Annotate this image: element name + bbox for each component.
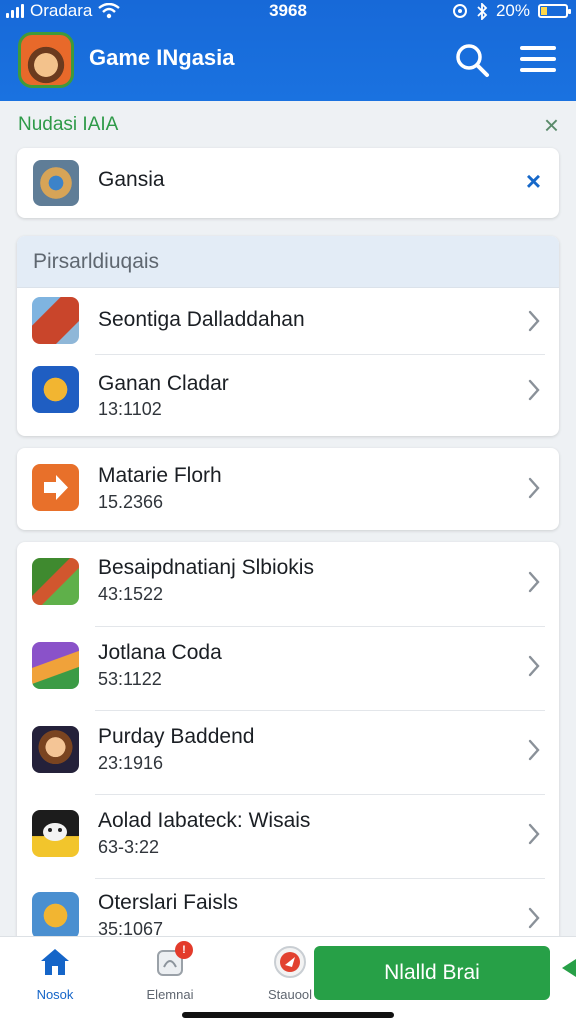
nav-notifications-label: Elemnai — [146, 987, 194, 1002]
chevron-right-icon — [528, 739, 540, 761]
list-item[interactable]: Jotlana Coda 53:1122 — [17, 626, 559, 710]
menu-icon[interactable] — [520, 46, 556, 76]
list-item[interactable]: Aolad Iabateck: Wisais 63-3:22 — [17, 794, 559, 878]
list-item-title: Besaipdnatianj Slbiokis — [98, 556, 314, 579]
game-icon-orange-red — [32, 297, 79, 344]
bottom-navigation: Nosok ! Elemnai Stauool Nlalld Brai — [0, 936, 576, 1024]
list-item[interactable]: Ganan Cladar 13:1102 — [17, 354, 559, 436]
nav-home[interactable]: Nosok — [15, 945, 95, 1002]
notice-text: Nudasi IAIA — [18, 114, 119, 135]
app-title: Game INgasia — [89, 45, 235, 70]
list-item-subtitle: 15.2366 — [98, 492, 164, 512]
list-item-subtitle: 23:1916 — [98, 753, 164, 773]
arrow-right-icon — [32, 464, 79, 511]
notification-icon: ! — [153, 941, 193, 979]
battery-icon — [538, 4, 571, 18]
chevron-right-icon — [528, 379, 540, 401]
list-card-1: Pirsarldiuqais Seontiga Dalladdahan Gana… — [17, 236, 559, 436]
chevron-right-icon — [528, 571, 540, 593]
list-item-subtitle: 53:1122 — [98, 669, 162, 689]
app-header: Oradara 3968 20% Game INgasia — [0, 0, 576, 101]
list-item[interactable]: Purday Baddend 23:1916 — [17, 710, 559, 794]
list-item-title: Matarie Florh — [98, 464, 222, 487]
list-item-subtitle: 43:1522 — [98, 584, 164, 604]
game-icon-gold — [32, 892, 79, 939]
nav-notifications[interactable]: ! Elemnai — [130, 941, 210, 1002]
list-item-title: Aolad Iabateck: Wisais — [98, 809, 311, 832]
chevron-right-icon — [528, 310, 540, 332]
search-card[interactable]: Gansia × — [17, 148, 559, 218]
battery-label: 20% — [495, 1, 530, 20]
home-indicator — [182, 1012, 394, 1018]
chevron-right-icon — [528, 477, 540, 499]
list-item-subtitle: 63-3:22 — [98, 837, 160, 857]
chevron-right-icon — [528, 823, 540, 845]
cta-arrow-icon — [562, 959, 576, 977]
chevron-right-icon — [528, 655, 540, 677]
game-icon-green — [32, 558, 79, 605]
nav-home-label: Nosok — [36, 987, 74, 1002]
list-item-title: Purday Baddend — [98, 725, 255, 748]
list-card-3: Besaipdnatianj Slbiokis 43:1522 Jotlana … — [17, 542, 559, 962]
list-item-title: Jotlana Coda — [98, 641, 222, 664]
home-icon — [41, 949, 69, 975]
status-bar: Oradara 3968 20% — [0, 0, 576, 24]
notification-badge: ! — [175, 941, 193, 959]
list-item-subtitle: 13:1102 — [98, 399, 162, 419]
list-item-title: Oterslari Faisls — [98, 891, 239, 914]
alarm-icon — [452, 4, 467, 18]
chevron-right-icon — [528, 907, 540, 929]
game-icon-blue-gold — [32, 366, 79, 413]
list-card-2: Matarie Florh 15.2366 — [17, 448, 559, 530]
game-icon-cat — [32, 810, 79, 857]
search-card-text: Gansia — [98, 168, 165, 191]
bluetooth-icon — [477, 2, 488, 20]
game-icon-character — [32, 726, 79, 773]
list-item[interactable]: Seontiga Dalladdahan — [17, 288, 559, 354]
section-header: Pirsarldiuqais — [17, 236, 559, 288]
notice-bar: Nudasi IAIA × — [0, 101, 576, 147]
rocket-icon — [274, 946, 306, 978]
app-logo-icon[interactable] — [18, 32, 74, 88]
list-item[interactable]: Besaipdnatianj Slbiokis 43:1522 — [17, 542, 559, 626]
search-icon[interactable] — [454, 42, 490, 78]
nav-rocket-label: Stauool — [267, 987, 313, 1002]
primary-action-button[interactable]: Nlalld Brai — [314, 946, 550, 1000]
status-right: 20% — [452, 1, 571, 21]
list-item[interactable]: Matarie Florh 15.2366 — [17, 448, 559, 530]
notice-close-icon[interactable]: × — [544, 110, 559, 141]
game-search-icon — [33, 160, 79, 206]
list-item-title: Seontiga Dalladdahan — [98, 308, 305, 331]
search-clear-icon[interactable]: × — [526, 166, 541, 197]
list-item-title: Ganan Cladar — [98, 372, 229, 395]
game-icon-purple — [32, 642, 79, 689]
